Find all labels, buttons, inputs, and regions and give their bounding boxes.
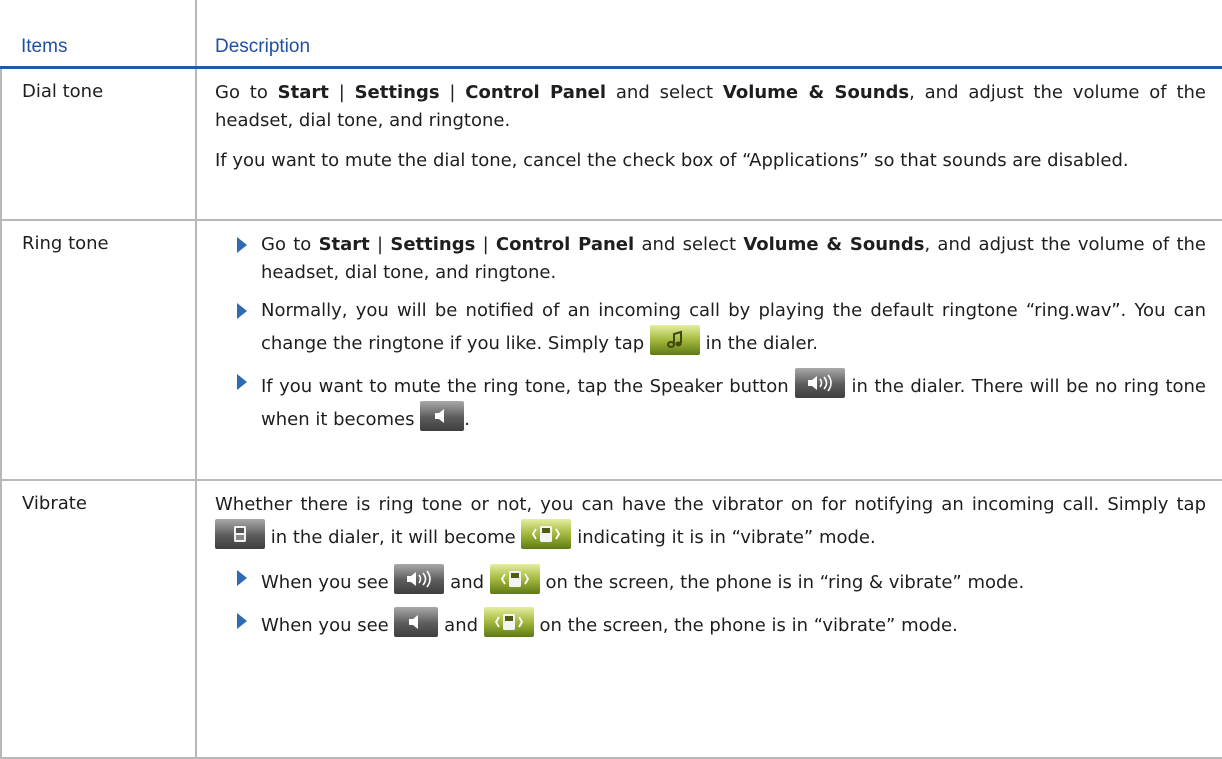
table-header-row: Items Description xyxy=(1,0,1222,69)
ring-tone-bullet-2: Normally, you will be notified of an inc… xyxy=(215,297,1206,358)
vibrate-paragraph: Whether there is ring tone or not, you c… xyxy=(215,494,1206,549)
settings-table: Items Description Dial tone Go to Start … xyxy=(0,0,1222,759)
bullet-arrow-icon xyxy=(237,570,247,586)
item-label-ring-tone: Ring tone xyxy=(22,233,109,254)
description-cell: Go to Start | Settings | Control Panel a… xyxy=(195,66,1222,221)
speaker-on-icon xyxy=(394,564,445,594)
vibrate-icon xyxy=(483,607,534,637)
description-cell: Whether there is ring tone or not, you c… xyxy=(195,479,1222,759)
bullet-arrow-icon xyxy=(237,374,247,390)
speaker-on-icon xyxy=(795,368,846,398)
speaker-muted-icon xyxy=(420,401,465,431)
vibrate-bullet-2: When you see and on the screen, the phon… xyxy=(215,607,1206,640)
phone-icon xyxy=(215,519,265,549)
header-cell-description: Description xyxy=(195,0,1222,69)
vibrate-bullet-1: When you see and on the screen, the phon… xyxy=(215,564,1206,597)
item-cell: Dial tone xyxy=(0,66,197,221)
music-note-icon xyxy=(649,325,700,355)
dial-tone-paragraph-2: If you want to mute the dial tone, cance… xyxy=(215,150,1129,171)
item-label-vibrate: Vibrate xyxy=(22,493,87,514)
item-cell: Ring tone xyxy=(0,219,197,481)
header-items-label: Items xyxy=(21,36,68,57)
vibrate-icon xyxy=(521,519,572,549)
bullet-arrow-icon xyxy=(237,237,247,253)
ring-tone-bullet-3: If you want to mute the ring tone, tap t… xyxy=(215,368,1206,434)
header-description-label: Description xyxy=(215,36,311,57)
bullet-arrow-icon xyxy=(237,303,247,319)
speaker-muted-icon xyxy=(394,607,439,637)
item-cell: Vibrate xyxy=(0,479,197,759)
item-label-dial-tone: Dial tone xyxy=(22,81,104,102)
header-cell-items: Items xyxy=(1,0,197,69)
dial-tone-paragraph-1: Go to Start | Settings | Control Panel a… xyxy=(215,82,1206,131)
table-row-ring-tone: Ring tone Go to Start | Settings | Contr… xyxy=(0,219,1222,481)
description-cell: Go to Start | Settings | Control Panel a… xyxy=(195,219,1222,481)
table-row-dial-tone: Dial tone Go to Start | Settings | Contr… xyxy=(0,66,1222,221)
table-row-vibrate: Vibrate Whether there is ring tone or no… xyxy=(0,479,1222,759)
bullet-arrow-icon xyxy=(237,613,247,629)
vibrate-icon xyxy=(489,564,540,594)
ring-tone-bullet-1: Go to Start | Settings | Control Panel a… xyxy=(215,231,1206,287)
